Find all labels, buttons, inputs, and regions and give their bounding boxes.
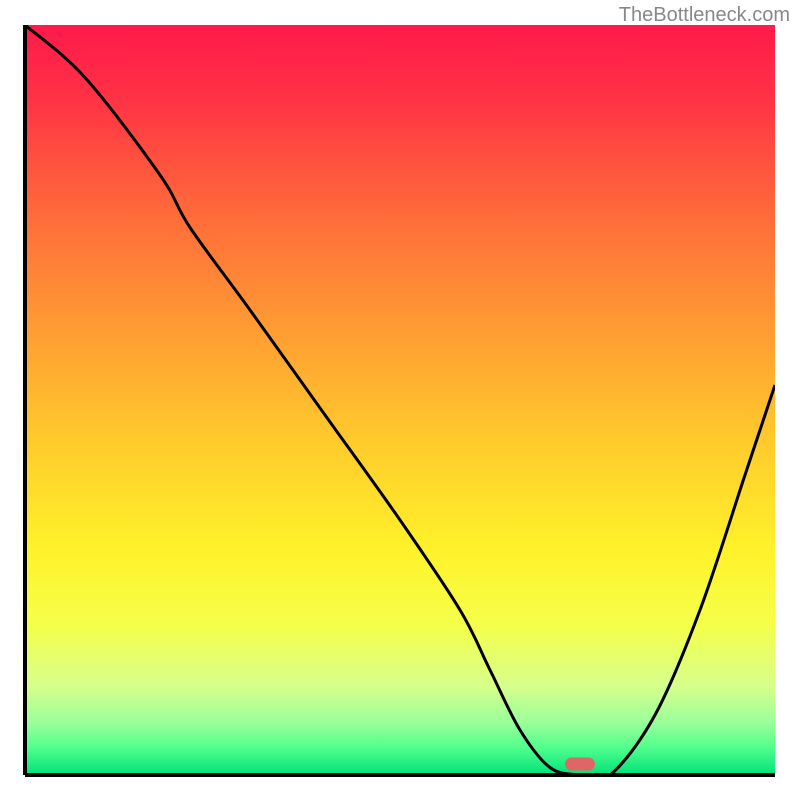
optimal-marker (565, 757, 595, 770)
watermark-text: TheBottleneck.com (619, 4, 790, 27)
bottleneck-curve-path (25, 25, 775, 775)
bottleneck-chart: TheBottleneck.com (0, 0, 800, 800)
curve-layer (25, 25, 775, 775)
plot-area (25, 25, 775, 775)
